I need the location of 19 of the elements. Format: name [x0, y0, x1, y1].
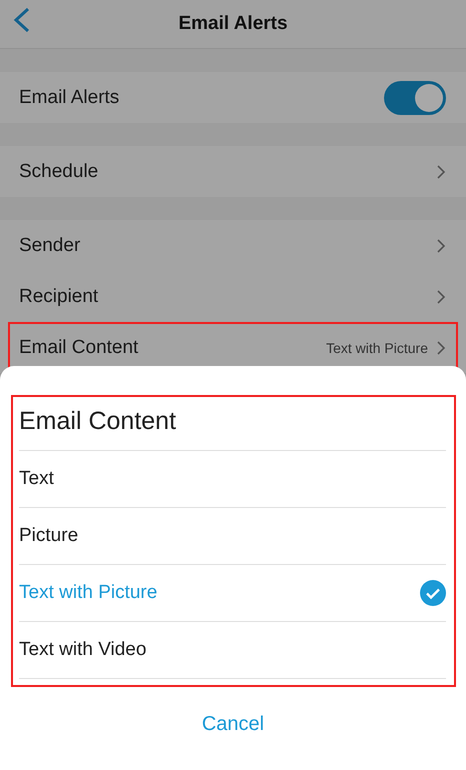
- option-item[interactable]: Text with Video: [19, 621, 446, 679]
- chevron-icon: [436, 238, 446, 254]
- option-item[interactable]: Picture: [19, 507, 446, 564]
- setting-label: Recipient: [19, 286, 100, 308]
- setting-label: Email Content: [19, 336, 140, 358]
- option-item[interactable]: Text: [19, 450, 446, 507]
- setting-row[interactable]: Sender: [8, 220, 458, 271]
- setting-label: Schedule: [19, 160, 100, 182]
- sheet-title: Email Content: [19, 406, 178, 437]
- setting-row[interactable]: Recipient: [8, 271, 458, 322]
- toggle-switch[interactable]: [384, 80, 446, 114]
- check-icon: [420, 580, 446, 606]
- screen-title: Email Alerts: [177, 13, 289, 35]
- chevron-icon: [436, 288, 446, 304]
- chevron-icon: [436, 164, 446, 180]
- chevron-icon: [436, 340, 446, 356]
- setting-value: Text with Picture: [326, 340, 428, 356]
- setting-label: Sender: [19, 234, 82, 256]
- setting-label: Email Alerts: [19, 86, 120, 108]
